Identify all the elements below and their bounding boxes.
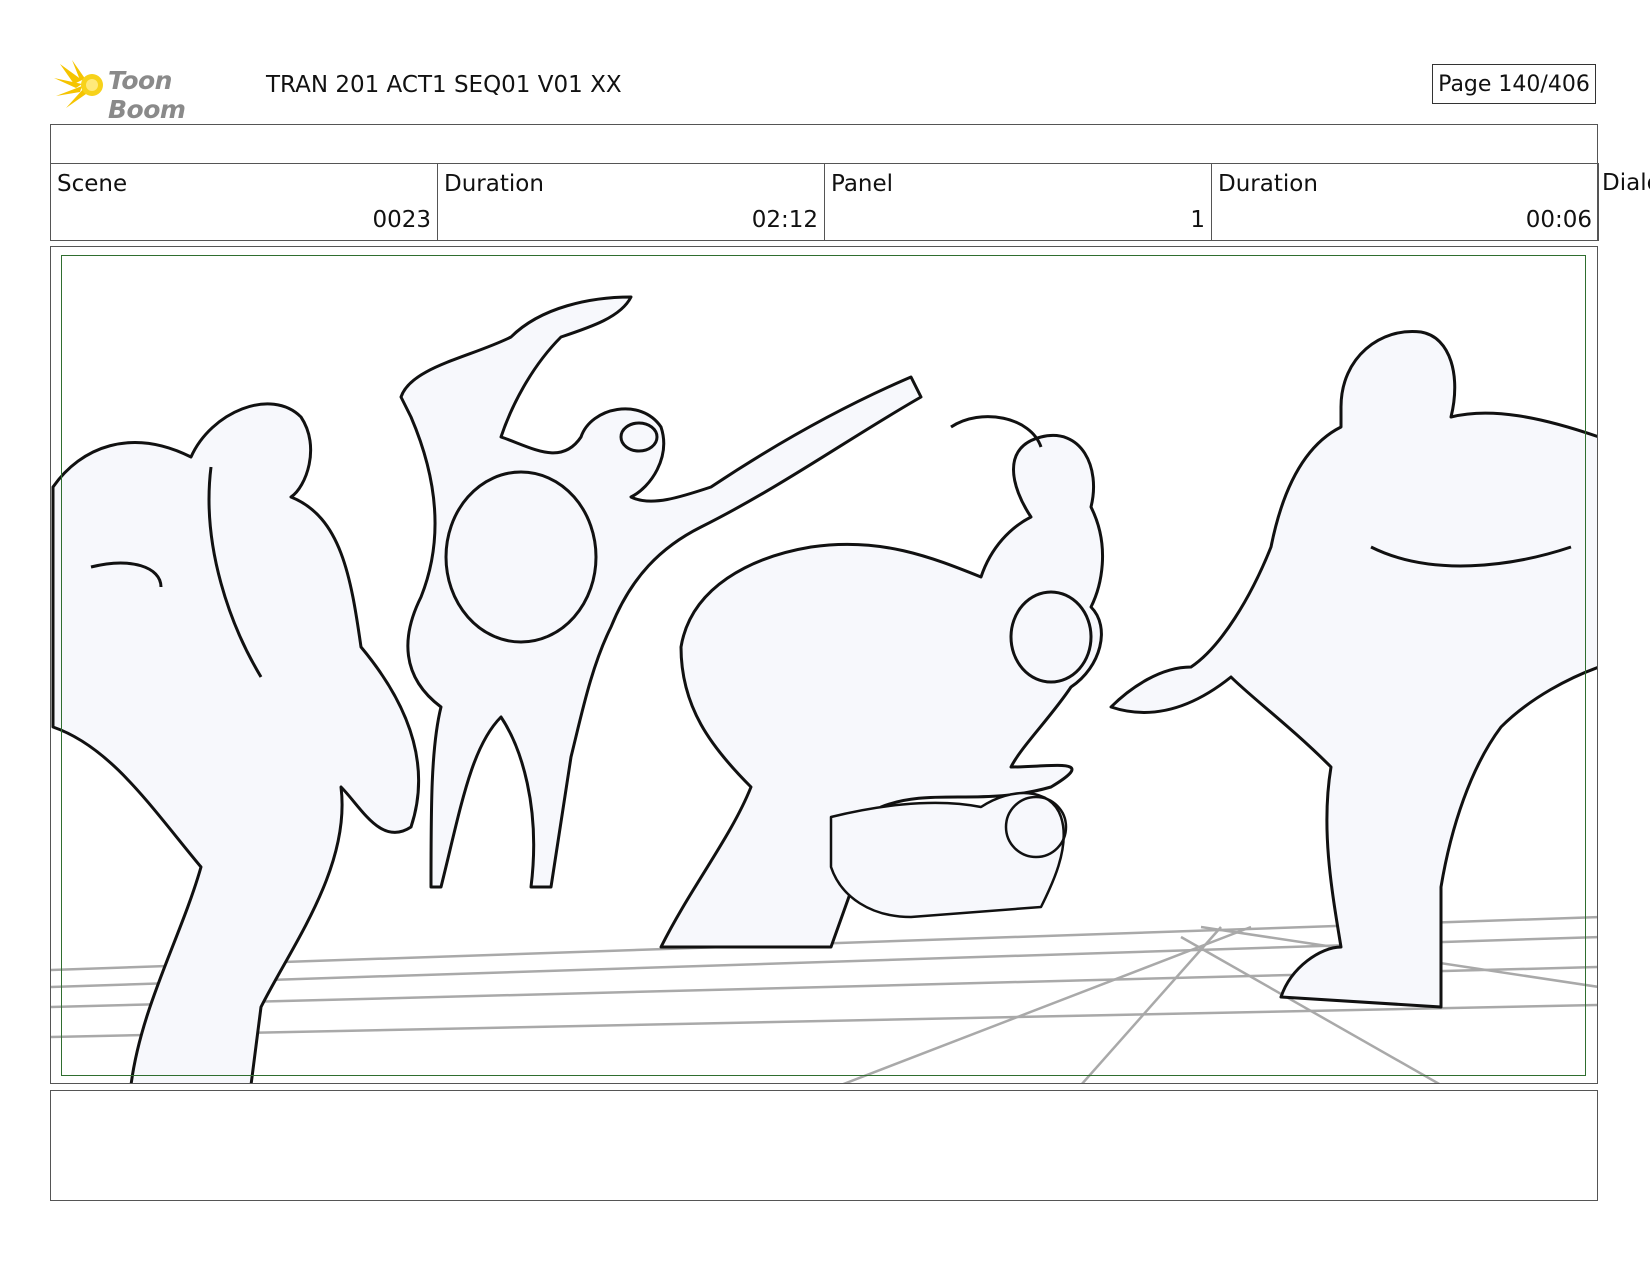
logo-text: Toon Boom xyxy=(108,66,186,124)
panel-value: 1 xyxy=(1190,207,1205,233)
scene-duration-label: Duration xyxy=(444,171,544,197)
toon-boom-logo: Toon Boom xyxy=(52,58,252,124)
document-title: TRAN 201 ACT1 SEQ01 V01 XX xyxy=(266,72,622,98)
scene-label: Scene xyxy=(57,171,128,197)
storyboard-panel xyxy=(50,246,1598,1084)
notes-box[interactable] xyxy=(50,1090,1598,1201)
sketch-drawing xyxy=(51,295,1597,1083)
dialog-label: Dialog xyxy=(1602,170,1650,196)
starburst-icon xyxy=(54,60,103,108)
panel-duration-label: Duration xyxy=(1218,171,1318,197)
panel-duration-value: 00:06 xyxy=(1525,207,1592,233)
scene-cell: Scene 0023 xyxy=(51,163,438,241)
scene-duration-value: 02:12 xyxy=(751,207,818,233)
scene-duration-cell: Duration 02:12 xyxy=(438,163,825,241)
page-indicator: Page 140/406 xyxy=(1432,64,1596,104)
panel-cell: Panel 1 xyxy=(825,163,1212,241)
figure-left xyxy=(51,402,421,1083)
panel-label: Panel xyxy=(831,171,894,197)
figure-ground xyxy=(829,791,1068,919)
panel-duration-cell: Duration 00:06 xyxy=(1212,163,1599,241)
info-strip: Scene 0023 Duration 02:12 Panel 1 Durati… xyxy=(50,124,1599,241)
figure-right xyxy=(1109,329,1597,1009)
info-strip-top-row xyxy=(51,125,1597,164)
scene-value: 0023 xyxy=(372,207,431,233)
